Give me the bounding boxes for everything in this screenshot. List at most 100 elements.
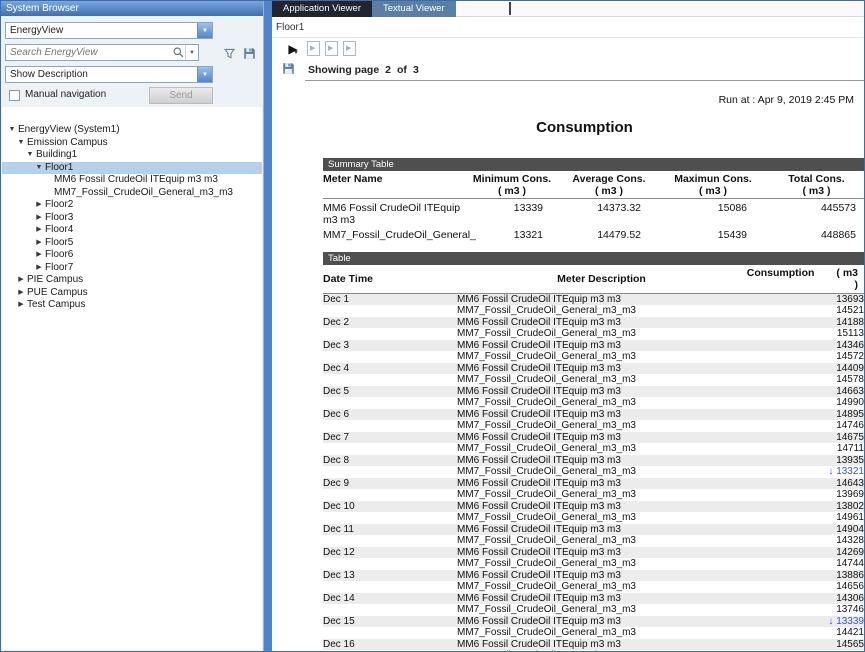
toolbar-divider [272, 37, 864, 38]
detail-row: Dec 1MM6 Fossil CrudeOil ITEquip m3 m313… [323, 294, 864, 306]
summary-table-body: MM6 Fossil CrudeOil ITEquipm3 m313339143… [323, 199, 864, 242]
tab-textual-viewer[interactable]: Textual Viewer [372, 1, 456, 17]
description-mode-value: Show Description [6, 69, 197, 80]
summary-column-header: Total Cons.( m3 ) [769, 171, 864, 199]
tree-item[interactable]: ▶Test Campus [2, 299, 262, 312]
chevron-down-icon[interactable]: ▼ [197, 23, 212, 38]
detail-date-cell: Dec 8 [323, 455, 457, 467]
summary-value: 13339 [463, 199, 561, 227]
tree-expanded-icon[interactable]: ▼ [16, 137, 26, 150]
tree-item[interactable]: ▶Floor5 [2, 237, 262, 250]
tree-item[interactable]: ▶Floor6 [2, 249, 262, 262]
detail-date-cell [323, 397, 457, 409]
summary-column-header: Minimum Cons.( m3 ) [463, 171, 561, 199]
tree-collapsed-icon[interactable]: ▶ [16, 299, 26, 312]
chevron-down-icon[interactable]: ▼ [197, 67, 212, 82]
tree-expanded-icon[interactable]: ▼ [7, 124, 17, 137]
tree-item[interactable]: ▼Building1 [2, 149, 262, 162]
detail-value-cell: 13802 [746, 501, 864, 513]
detail-value-cell: 14421 [746, 627, 864, 639]
tree-collapsed-icon[interactable]: ▶ [34, 262, 44, 275]
tree-expanded-icon[interactable]: ▼ [25, 149, 35, 162]
summary-value: 13321 [463, 226, 561, 241]
detail-value-cell: 14565 [746, 639, 864, 651]
send-button[interactable]: Send [149, 87, 213, 104]
tree-expanded-icon[interactable]: ▼ [34, 162, 44, 175]
tree-item[interactable]: ▼Emission Campus [2, 137, 262, 150]
detail-meter-cell: MM6 Fossil CrudeOil ITEquip m3 m3 [457, 478, 746, 490]
detail-value-cell: 14306 [746, 593, 864, 605]
detail-date-cell: Dec 16 [323, 639, 457, 651]
detail-value-cell: 14519 [746, 650, 864, 651]
paging-of: of [397, 64, 407, 76]
tree-item[interactable]: ▶Floor2 [2, 199, 262, 212]
detail-date-cell: Dec 1 [323, 294, 457, 306]
detail-value-cell: 14572 [746, 351, 864, 363]
detail-date-cell [323, 581, 457, 593]
tree-collapsed-icon[interactable]: ▶ [34, 199, 44, 212]
tree-collapsed-icon[interactable]: ▶ [34, 212, 44, 225]
save-report-button[interactable] [280, 60, 296, 76]
tree-item[interactable]: MM7_Fossil_CrudeOil_General_m3_m3 [2, 187, 262, 200]
manual-navigation-checkbox[interactable] [9, 90, 20, 101]
detail-date-cell: Dec 12 [323, 547, 457, 559]
tree-item[interactable]: MM6 Fossil CrudeOil ITEquip m3 m3 [2, 174, 262, 187]
tree-collapsed-icon[interactable]: ▶ [16, 274, 26, 287]
tree-item-label: MM6 Fossil CrudeOil ITEquip m3 m3 [53, 174, 218, 187]
detail-column-consumption: Consumption( m3 ) [746, 265, 864, 294]
summary-row: MM6 Fossil CrudeOil ITEquipm3 m313339143… [323, 199, 864, 227]
detail-value-cell: 14675 [746, 432, 864, 444]
tree-item[interactable]: ▶PIE Campus [2, 274, 262, 287]
tree-item-label: PUE Campus [26, 287, 88, 300]
detail-row: MM7_Fossil_CrudeOil_General_m3_m314990 [323, 397, 864, 409]
tree-item[interactable]: ▶Floor4 [2, 224, 262, 237]
detail-row: Dec 11MM6 Fossil CrudeOil ITEquip m3 m31… [323, 524, 864, 536]
tree-item[interactable]: ▼EnergyView (System1) [2, 124, 262, 137]
detail-row: MM7_Fossil_CrudeOil_General_m3_m313746 [323, 604, 864, 616]
detail-value-cell: 13935 [746, 455, 864, 467]
view-selector-dropdown[interactable]: EnergyView ▼ [5, 22, 213, 39]
detail-row: MM7_Fossil_CrudeOil_General_m3_m314744 [323, 558, 864, 570]
detail-row: MM7_Fossil_CrudeOil_General_m3_m314519 [323, 650, 864, 651]
detail-value-cell: ↓ 13339 [746, 616, 864, 628]
tree-item-label: Floor6 [44, 249, 73, 262]
tree-item[interactable]: ▶Floor3 [2, 212, 262, 225]
tree-item-label: Emission Campus [26, 137, 108, 150]
save-search-button[interactable] [241, 45, 257, 61]
detail-value-cell: 14895 [746, 409, 864, 421]
run-report-button[interactable]: ▶ ▼ [282, 40, 304, 58]
detail-date-cell [323, 305, 457, 317]
detail-meter-cell: MM7_Fossil_CrudeOil_General_m3_m3 [457, 581, 746, 593]
summary-meter-name: MM6 Fossil CrudeOil ITEquipm3 m3 [323, 199, 463, 227]
report-page-icon-3[interactable] [343, 41, 356, 56]
detail-column-date: Date Time [323, 265, 457, 294]
search-input[interactable] [6, 47, 172, 58]
description-mode-dropdown[interactable]: Show Description ▼ [5, 66, 213, 83]
detail-value-cell: 14269 [746, 547, 864, 559]
detail-meter-cell: MM6 Fossil CrudeOil ITEquip m3 m3 [457, 593, 746, 605]
search-options-chevron-icon[interactable]: ▼ [185, 45, 198, 60]
detail-date-cell [323, 627, 457, 639]
detail-value-cell: 14711 [746, 443, 864, 455]
filter-button[interactable] [221, 45, 237, 61]
tree-collapsed-icon[interactable]: ▶ [34, 224, 44, 237]
report-page-icon-1[interactable] [307, 41, 320, 56]
detail-date-cell: Dec 15 [323, 616, 457, 628]
summary-section: Summary Table Meter Name Minimum Cons.( … [323, 158, 864, 241]
panel-splitter[interactable] [264, 1, 272, 651]
detail-row: MM7_Fossil_CrudeOil_General_m3_m314578 [323, 374, 864, 386]
tree-collapsed-icon[interactable]: ▶ [34, 249, 44, 262]
tab-bar: Application ViewerTextual Viewer [272, 1, 864, 17]
detail-row: MM7_Fossil_CrudeOil_General_m3_m314746 [323, 420, 864, 432]
tree-item-label: Floor1 [44, 162, 73, 175]
tab-application-viewer[interactable]: Application Viewer [272, 1, 372, 17]
tree-collapsed-icon[interactable]: ▶ [34, 237, 44, 250]
tree-item[interactable]: ▼Floor1 [2, 162, 262, 175]
tree-item[interactable]: ▶PUE Campus [2, 287, 262, 300]
tree-item[interactable]: ▶Floor7 [2, 262, 262, 275]
detail-meter-cell: MM6 Fossil CrudeOil ITEquip m3 m3 [457, 616, 746, 628]
summary-value: 14479.52 [561, 226, 657, 241]
tree-collapsed-icon[interactable]: ▶ [16, 287, 26, 300]
report-page-icon-2[interactable] [325, 41, 338, 56]
detail-value-cell: 14328 [746, 535, 864, 547]
